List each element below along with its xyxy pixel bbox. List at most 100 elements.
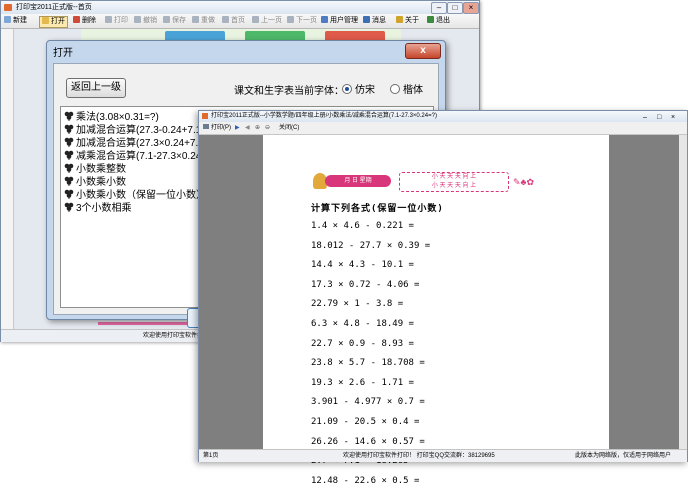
about-icon [396, 16, 403, 23]
home-footer-link [98, 322, 193, 325]
preview-toolbar: 打印(P) ▶ ◀ ⊕ ⊖ 关闭(C) [199, 122, 687, 135]
toolbar-open-button[interactable]: 打开 [39, 16, 68, 28]
file-list-item[interactable]: 小数乘小数（保留一位小数） [64, 189, 206, 202]
clover-icon [64, 202, 74, 212]
radio-unchecked-icon [390, 84, 400, 94]
toolbar-undo-button[interactable]: 撤销 [134, 16, 157, 26]
font-radio-kaiti[interactable]: 楷体 [390, 81, 423, 96]
maximize-icon[interactable]: □ [447, 2, 463, 14]
problem-row: 1.4 × 4.6 - 0.221 = [311, 221, 414, 231]
toolbar-exit-button[interactable]: 退出 [427, 16, 450, 26]
problem-row: 3.901 - 4.977 × 0.7 = [311, 397, 425, 408]
status-right-text: 此版本为网络版，仅适用于网络用户 [575, 453, 672, 459]
new-icon [4, 16, 11, 23]
save-icon [163, 16, 170, 23]
prev-icon [252, 16, 259, 23]
file-list-item-label: 小数乘小数（保留一位小数） [76, 190, 206, 201]
clover-icon [64, 137, 74, 147]
main-scroll-strip[interactable] [1, 29, 14, 329]
file-list-item-label: 小数乘小数 [76, 177, 126, 188]
file-list-item-label: 加减混合运算(27.3×0.24+7.1 [76, 138, 204, 149]
file-list-item-label: 小数乘整数 [76, 164, 126, 175]
dialog-title: 打开 [53, 48, 73, 59]
print-preview-button[interactable]: 打印(P) [203, 122, 231, 134]
main-toolbar: 新建 打开 删除 打印 撤销 保存 重做 首页 上一页 下一页 用户管理 消息 … [1, 14, 479, 29]
delete-icon [73, 16, 80, 23]
file-list-item[interactable]: 加减混合运算(27.3-0.24+7.1= [64, 124, 207, 137]
problem-row: 19.3 × 2.6 - 1.71 = [311, 377, 414, 388]
open-icon [42, 17, 49, 24]
preview-window-title: 打印宝2011正式版--小学数学题/四年级上册/小数乘法/减乘混合运算(7.1-… [211, 113, 437, 119]
toolbar-messages-button[interactable]: 消息 [363, 16, 386, 26]
main-title-bar: 打印宝2011正式版--首页 – □ × [1, 1, 479, 14]
status-center-text: 欢迎使用打印宝软件打印！ 打印宝QQ交流群：38129695 [343, 453, 495, 459]
file-list-item-label: 加减混合运算(27.3-0.24+7.1= [76, 125, 208, 136]
clover-icon [64, 189, 74, 199]
toolbar-delete-button[interactable]: 删除 [73, 16, 96, 26]
zoom-icon[interactable]: ⊕ [255, 122, 260, 134]
file-list-item[interactable]: 小数乘小数 [64, 176, 126, 189]
close-icon[interactable]: × [463, 2, 479, 14]
problem-row: 18.012 - 27.7 × 0.39 = [311, 240, 431, 251]
font-label: 课文和生字表当前字体： [234, 86, 344, 97]
problem-row: 14.4 × 4.3 - 10.1 = [311, 260, 414, 271]
clover-icon [64, 163, 74, 173]
toolbar-home-button[interactable]: 首页 [222, 16, 245, 26]
file-list-item-label: 减乘混合运算(7.1-27.3×0.24= [76, 151, 208, 162]
font-radio-fangsong[interactable]: 仿宋 [342, 81, 375, 96]
clover-icon [64, 124, 74, 134]
problem-row: 21.09 - 20.5 × 0.4 = [311, 417, 420, 427]
next-icon [287, 16, 294, 23]
file-list-item-label: 3个小数相乘 [76, 203, 132, 214]
toolbar-prev-button[interactable]: 上一页 [252, 16, 282, 26]
app-icon [202, 113, 208, 119]
problem-row: 17.3 × 0.72 - 4.06 = [311, 279, 420, 290]
play-icon[interactable]: ▶ [235, 122, 240, 134]
preview-status-bar: 第1页 欢迎使用打印宝软件打印！ 打印宝QQ交流群：38129695 此版本为网… [199, 449, 687, 462]
file-list-item[interactable]: 乘法(3.08×0.31=?) [64, 111, 159, 124]
toolbar-next-button[interactable]: 下一页 [287, 16, 317, 26]
print-icon [105, 16, 112, 23]
file-list-item[interactable]: 小数乘整数 [64, 163, 126, 176]
exit-icon [427, 16, 434, 23]
radio-checked-icon [342, 84, 352, 94]
preview-scrollbar[interactable] [679, 135, 687, 449]
toolbar-save-button[interactable]: 保存 [163, 16, 186, 26]
close-preview-button[interactable]: 关闭(C) [279, 122, 299, 134]
preview-window: 打印宝2011正式版--小学数学题/四年级上册/小数乘法/减乘混合运算(7.1-… [198, 110, 688, 486]
file-list-item[interactable]: 减乘混合运算(7.1-27.3×0.24= [64, 150, 207, 163]
zoom-out-icon[interactable]: ⊖ [265, 122, 270, 134]
problem-row: 6.3 × 4.8 - 18.49 = [311, 319, 414, 329]
problem-row: 22.7 × 0.9 - 8.93 = [311, 338, 414, 349]
page-indicator: 第1页 [203, 453, 219, 459]
page-nav-icon[interactable]: ◀ [245, 122, 250, 134]
main-window-title: 打印宝2011正式版--首页 [16, 4, 92, 11]
back-up-button[interactable]: 返回上一级 [66, 78, 126, 98]
preview-area: 月 日 星期 小 天 天 天 向 上 小 天 天 天 向 上 ✎♣✿ 计算下列各… [199, 135, 687, 486]
file-list-item-label: 乘法(3.08×0.31=?) [76, 112, 159, 123]
redo-icon [192, 16, 199, 23]
users-icon [321, 16, 328, 23]
file-list-item[interactable]: 加减混合运算(27.3×0.24+7.1 [64, 137, 204, 150]
toolbar-redo-button[interactable]: 重做 [192, 16, 215, 26]
worksheet-page: 月 日 星期 小 天 天 天 向 上 小 天 天 天 向 上 ✎♣✿ 计算下列各… [263, 135, 609, 486]
problem-row: 26.26 - 14.6 × 0.57 = [311, 436, 425, 447]
toolbar-new-button[interactable]: 新建 [4, 16, 27, 26]
message-icon [363, 16, 370, 23]
problem-list: 1.4 × 4.6 - 0.221 = 18.012 - 27.7 × 0.39 … [263, 135, 609, 486]
minimize-icon[interactable]: – [431, 2, 447, 14]
problem-row: 23.8 × 5.7 - 18.708 = [311, 358, 425, 369]
toolbar-users-button[interactable]: 用户管理 [321, 16, 358, 26]
problem-row: 12.48 - 22.6 × 0.5 = [311, 475, 420, 486]
dialog-close-button[interactable]: x [405, 43, 441, 59]
file-list-item[interactable]: 3个小数相乘 [64, 202, 132, 215]
clover-icon [64, 111, 74, 121]
print-icon [203, 124, 209, 129]
home-icon [222, 16, 229, 23]
problem-row: 22.79 × 1 - 3.8 = [311, 299, 404, 310]
undo-icon [134, 16, 141, 23]
clover-icon [64, 176, 74, 186]
preview-title-bar: 打印宝2011正式版--小学数学题/四年级上册/小数乘法/减乘混合运算(7.1-… [199, 111, 687, 122]
toolbar-about-button[interactable]: 关于 [396, 16, 419, 26]
toolbar-print-button[interactable]: 打印 [105, 16, 128, 26]
